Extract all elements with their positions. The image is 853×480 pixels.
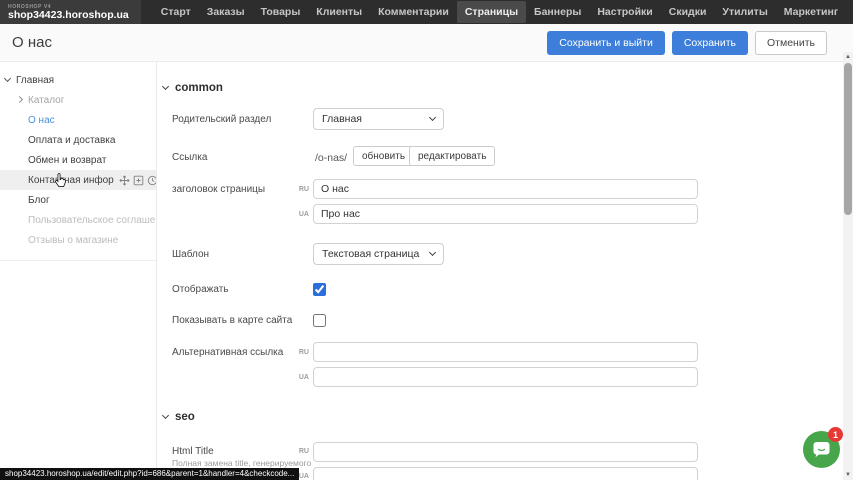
section-common[interactable]: common — [163, 82, 223, 94]
menu-item-clients[interactable]: Клиенты — [308, 1, 370, 23]
page-title-ru-input[interactable] — [313, 179, 698, 199]
chevron-right-icon[interactable] — [16, 96, 23, 103]
scrollbar-thumb[interactable] — [844, 63, 852, 215]
chat-bubble-icon — [812, 441, 831, 458]
tree-item-home[interactable]: Главная — [0, 70, 156, 90]
alt-link-ru-input[interactable] — [313, 342, 698, 362]
save-button[interactable]: Сохранить — [672, 31, 748, 55]
tree-item-user-agreement[interactable]: Пользовательское соглашение — [0, 210, 156, 230]
clock-icon[interactable] — [147, 175, 156, 186]
sitemap-label: Показывать в карте сайта — [172, 315, 292, 326]
parent-section-select[interactable]: Главная — [313, 108, 444, 130]
page-title: О нас — [12, 34, 52, 51]
chevron-down-icon — [162, 412, 169, 419]
tree-item-exchange-return[interactable]: Обмен и возврат — [0, 150, 156, 170]
tree-item-about-us[interactable]: О нас — [0, 110, 156, 130]
lang-badge-ru: RU — [295, 349, 309, 356]
chevron-down-icon — [429, 249, 436, 256]
chevron-down-icon — [429, 114, 436, 121]
menu-item-marketing[interactable]: Маркетинг — [776, 1, 846, 23]
link-update-button[interactable]: обновить — [353, 146, 414, 166]
menu-item-seo[interactable]: Seo — [846, 1, 853, 23]
browser-status-bar: shop34423.horoshop.ua/edit/edit.php?id=6… — [0, 468, 299, 480]
alt-link-ua-input[interactable] — [313, 367, 698, 387]
html-title-ru-input[interactable] — [313, 442, 698, 462]
chevron-down-icon — [162, 83, 169, 90]
link-edit-button[interactable]: редактировать — [409, 146, 495, 166]
lang-badge-ua: UA — [295, 374, 309, 381]
vertical-scrollbar[interactable]: ▲ ▼ — [843, 52, 853, 480]
tree-item-catalog[interactable]: Каталог — [0, 90, 156, 110]
logo-domain-label: shop34423.horoshop.ua — [8, 10, 129, 21]
scrollbar-down-arrow[interactable]: ▼ — [843, 472, 853, 478]
page-edit-form: common Родительский раздел Главная Ссылк… — [157, 62, 843, 480]
page-header: О нас Сохранить и выйти Сохранить Отмени… — [0, 24, 853, 62]
page-title-label: заголовок страницы — [172, 184, 265, 195]
menu-item-pages[interactable]: Страницы — [457, 1, 526, 23]
parent-section-label: Родительский раздел — [172, 114, 271, 125]
save-and-exit-button[interactable]: Сохранить и выйти — [547, 31, 665, 55]
alt-link-label: Альтернативная ссылка — [172, 347, 283, 358]
menu-item-products[interactable]: Товары — [253, 1, 309, 23]
section-seo[interactable]: seo — [163, 411, 195, 423]
link-path-value: /o-nas/ — [315, 152, 347, 164]
pages-tree: Главная Каталог О нас Оплата и доставка … — [0, 62, 156, 261]
chevron-down-icon[interactable] — [4, 75, 11, 82]
top-navigation-bar: HOROSHOP V4 shop34423.horoshop.ua Старт … — [0, 0, 853, 24]
display-checkbox[interactable] — [313, 283, 326, 296]
tree-item-payment-delivery[interactable]: Оплата и доставка — [0, 130, 156, 150]
lang-badge-ua: UA — [295, 211, 309, 218]
tree-item-blog[interactable]: Блог — [0, 190, 156, 210]
menu-item-discounts[interactable]: Скидки — [661, 1, 715, 23]
menu-item-comments[interactable]: Комментарии — [370, 1, 457, 23]
main-menu: Старт Заказы Товары Клиенты Комментарии … — [153, 1, 853, 23]
template-select[interactable]: Текстовая страница — [313, 243, 444, 265]
cancel-button[interactable]: Отменить — [755, 31, 827, 55]
html-title-ua-input[interactable] — [313, 467, 698, 480]
scrollbar-up-arrow[interactable]: ▲ — [843, 54, 853, 60]
logo[interactable]: HOROSHOP V4 shop34423.horoshop.ua — [0, 0, 141, 24]
menu-item-banners[interactable]: Баннеры — [526, 1, 589, 23]
display-label: Отображать — [172, 284, 228, 295]
lang-badge-ru: RU — [295, 448, 309, 455]
html-title-hint: Полная замена title, генерируемого — [172, 458, 311, 468]
template-label: Шаблон — [172, 249, 209, 260]
move-icon[interactable] — [119, 175, 130, 186]
menu-item-settings[interactable]: Настройки — [589, 1, 660, 23]
html-title-label: Html Title — [172, 446, 214, 457]
tree-item-contact-info[interactable]: Контактная инфор — [0, 170, 156, 190]
menu-item-start[interactable]: Старт — [153, 1, 199, 23]
add-icon[interactable] — [133, 175, 144, 186]
pages-tree-sidebar: Главная Каталог О нас Оплата и доставка … — [0, 62, 157, 480]
lang-badge-ru: RU — [295, 186, 309, 193]
menu-item-orders[interactable]: Заказы — [199, 1, 253, 23]
sitemap-checkbox[interactable] — [313, 314, 326, 327]
chat-unread-badge: 1 — [828, 427, 843, 442]
tree-item-store-reviews[interactable]: Отзывы о магазине — [0, 230, 156, 250]
chat-widget-button[interactable]: 1 — [803, 431, 840, 468]
link-label: Ссылка — [172, 152, 207, 163]
page-title-ua-input[interactable] — [313, 204, 698, 224]
menu-item-utilities[interactable]: Утилиты — [714, 1, 775, 23]
